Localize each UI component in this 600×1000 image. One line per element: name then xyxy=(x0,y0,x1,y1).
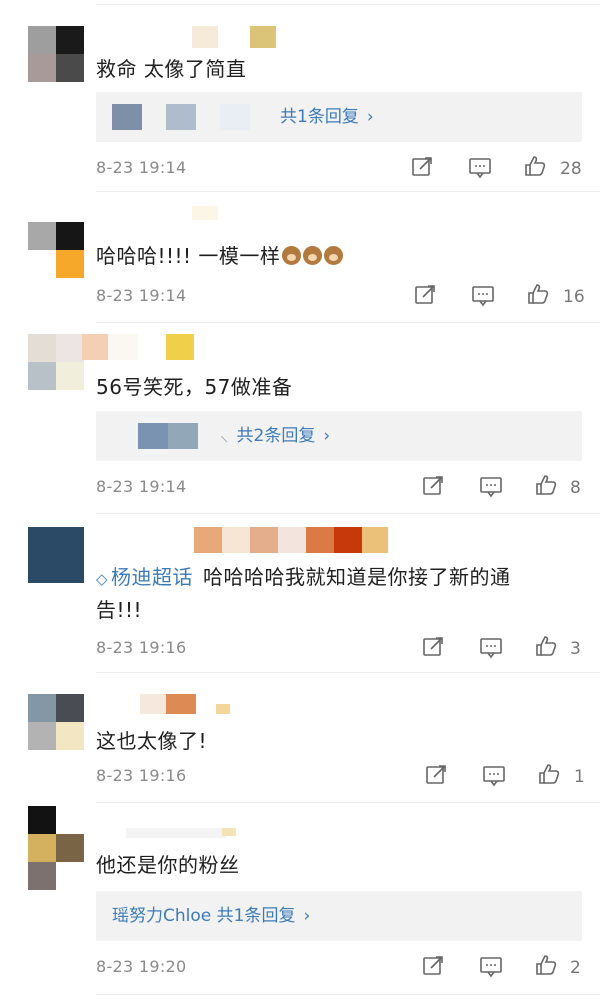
divider xyxy=(96,513,600,514)
comment-timestamp: 8-23 19:16 xyxy=(96,638,187,657)
topic-link[interactable]: ◇ 杨迪超话 xyxy=(96,565,193,589)
thumbs-up-icon[interactable] xyxy=(527,282,555,310)
comment-text-body: 哈哈哈!!!! 一模一样 xyxy=(96,244,281,268)
thumbs-up-icon[interactable] xyxy=(524,154,552,182)
avatar[interactable] xyxy=(28,334,84,390)
share-icon[interactable] xyxy=(424,764,452,792)
reply-count-link[interactable]: 瑶努力Chloe 共1条回复 › xyxy=(112,891,310,941)
reply-count-label: 共1条回复 xyxy=(280,107,359,127)
reply-count-label: 共2条回复 xyxy=(236,426,316,446)
comment-icon[interactable] xyxy=(479,955,507,983)
comment-text-continued: 告!!! xyxy=(96,598,143,622)
comment-timestamp: 8-23 19:20 xyxy=(96,957,187,976)
comment-icon[interactable] xyxy=(479,475,507,503)
comment-text: ◇ 杨迪超话 哈哈哈哈我就知道是你接了新的通 xyxy=(96,560,586,596)
avatar[interactable] xyxy=(28,527,84,583)
divider xyxy=(96,802,600,803)
share-icon[interactable] xyxy=(421,636,449,664)
chevron-right-icon: › xyxy=(303,906,311,926)
divider xyxy=(96,322,600,323)
monkey-emoji-icon xyxy=(324,246,344,265)
divider xyxy=(96,4,600,5)
topic-diamond-icon: ◇ xyxy=(96,570,109,588)
comment-text: 这也太像了! xyxy=(96,729,208,753)
reply-count-link[interactable]: ⸜ 共2条回复 › xyxy=(220,411,330,461)
divider xyxy=(96,994,600,995)
like-count: 2 xyxy=(570,958,581,978)
reply-summary[interactable]: 瑶努力Chloe 共1条回复 › xyxy=(96,891,582,941)
comment-icon[interactable] xyxy=(482,764,510,792)
reply-count-link[interactable]: 共1条回复 › xyxy=(280,92,374,142)
reply-summary[interactable]: 共1条回复 › xyxy=(96,92,582,142)
share-icon[interactable] xyxy=(421,475,449,503)
comment-text: 56号笑死，57做准备 xyxy=(96,375,293,399)
comment-text: 哈哈哈!!!! 一模一样 xyxy=(96,239,586,273)
share-icon[interactable] xyxy=(413,284,441,312)
chevron-right-icon: › xyxy=(366,107,374,127)
comment-timestamp: 8-23 19:14 xyxy=(96,158,187,177)
comment-timestamp: 8-23 19:14 xyxy=(96,286,187,305)
like-count: 3 xyxy=(570,639,581,659)
like-count: 16 xyxy=(563,287,585,307)
thumbs-up-icon[interactable] xyxy=(538,762,566,790)
thumbs-up-icon[interactable] xyxy=(535,953,563,981)
reply-summary[interactable]: ⸜ 共2条回复 › xyxy=(96,411,582,461)
avatar[interactable] xyxy=(28,806,84,890)
comment-text-line: 哈哈哈哈我就知道是你接了新的通 xyxy=(203,565,511,589)
thumbs-up-icon[interactable] xyxy=(535,473,563,501)
thumbs-up-icon[interactable] xyxy=(535,634,563,662)
like-count: 28 xyxy=(560,159,582,179)
comment-icon[interactable] xyxy=(468,156,496,184)
comment-timestamp: 8-23 19:14 xyxy=(96,477,187,496)
comment-text: 他还是你的粉丝 xyxy=(96,853,240,877)
comment-timestamp: 8-23 19:16 xyxy=(96,766,187,785)
reply-count-label: 瑶努力Chloe 共1条回复 xyxy=(112,906,296,926)
divider xyxy=(96,672,600,673)
truncated-name-fragment: ⸜ xyxy=(220,426,229,446)
share-icon[interactable] xyxy=(421,955,449,983)
divider xyxy=(96,191,600,192)
monkey-emoji-icon xyxy=(282,246,302,265)
comment-icon[interactable] xyxy=(479,636,507,664)
avatar[interactable] xyxy=(28,26,84,82)
like-count: 1 xyxy=(574,767,585,787)
comment-icon[interactable] xyxy=(471,284,499,312)
comment-text: 救命 太像了简直 xyxy=(96,57,247,81)
share-icon[interactable] xyxy=(410,156,438,184)
chevron-right-icon: › xyxy=(323,426,331,446)
avatar[interactable] xyxy=(28,222,84,278)
topic-label: 杨迪超话 xyxy=(111,565,194,589)
like-count: 8 xyxy=(570,478,581,498)
avatar[interactable] xyxy=(28,694,84,750)
monkey-emoji-icon xyxy=(303,246,323,265)
